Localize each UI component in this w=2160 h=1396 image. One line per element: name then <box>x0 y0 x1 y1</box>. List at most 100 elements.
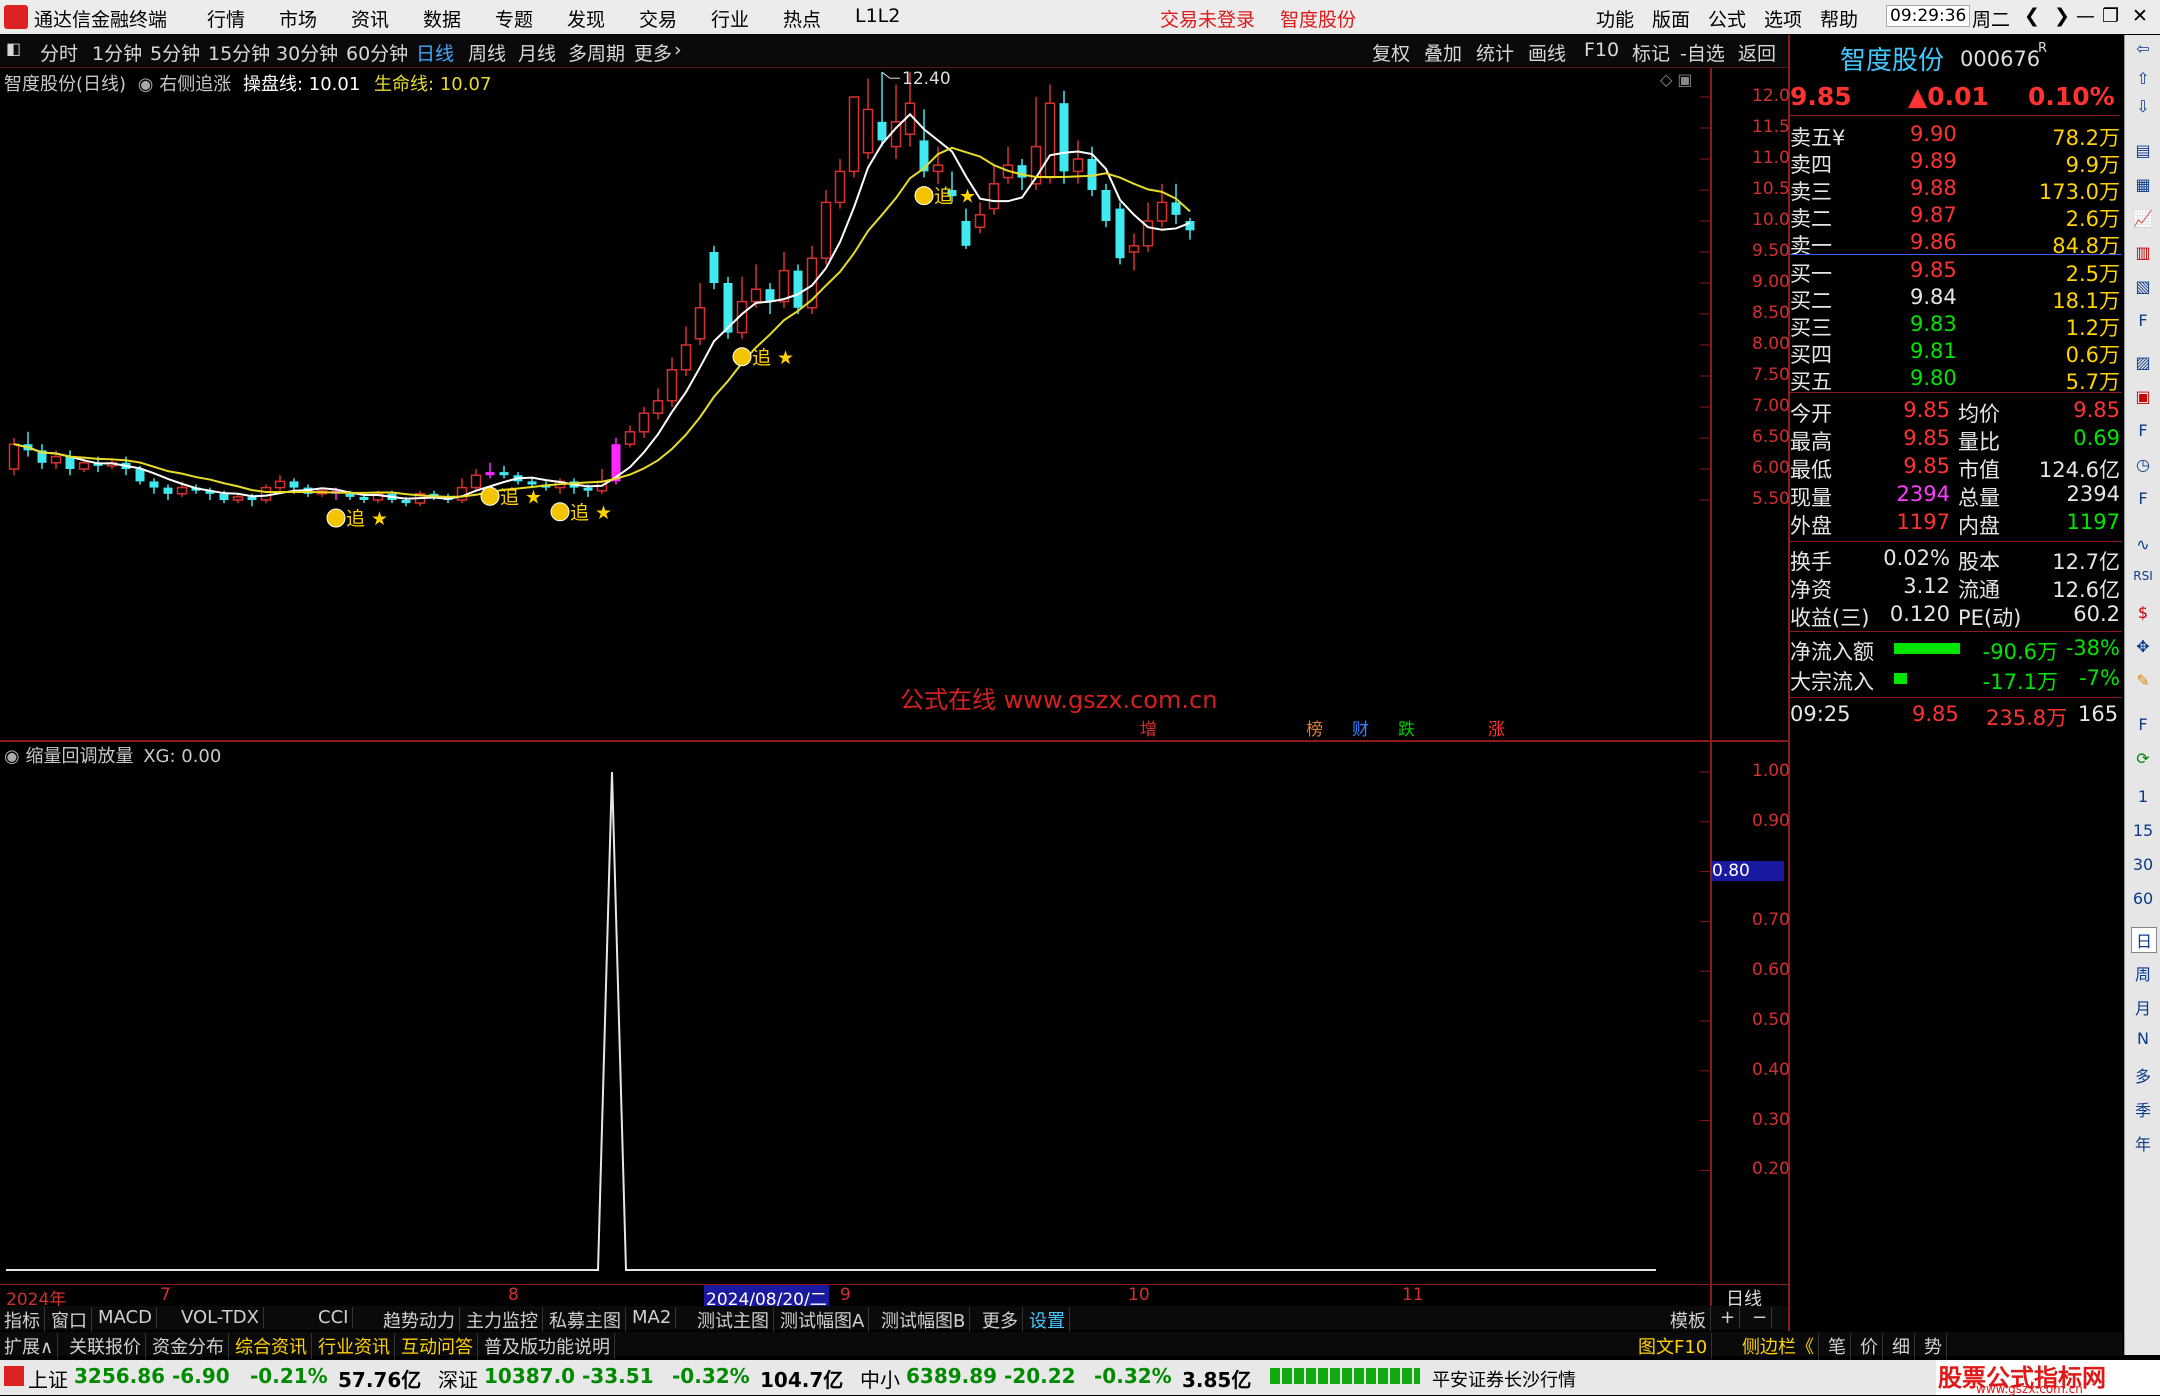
menu-gongneng[interactable]: 功能 <box>1596 5 1634 32</box>
menu-faxian[interactable]: 发现 <box>567 5 605 32</box>
fundamental-row[interactable]: 收益(三) 0.120 PE(动) 60.2 <box>1790 601 2120 630</box>
menu-shichang[interactable]: 市场 <box>279 5 317 32</box>
tab-tabbar1-7[interactable]: 私募主图 <box>545 1307 626 1333</box>
sidebar-period-year[interactable]: 年 <box>2131 1131 2155 1155</box>
forward-arrow-icon[interactable]: ❯ <box>2054 5 2070 27</box>
tool-zixuan[interactable]: -自选 <box>1680 39 1725 66</box>
ask-row[interactable]: 卖五¥ 9.90 78.2万 <box>1790 121 2120 150</box>
tab-tabbar1-4[interactable]: CCI <box>314 1307 354 1328</box>
tab-tabbar1-0[interactable]: 指标 <box>0 1307 45 1333</box>
stat-row[interactable]: 现量 2394 总量 2394 <box>1790 481 2120 510</box>
sidebar-line-chart-icon[interactable]: 📈 <box>2131 209 2155 228</box>
bid-row[interactable]: 买一 9.85 2.5万 <box>1790 257 2120 286</box>
tab-tabbar2-6[interactable]: 普及版功能说明 <box>480 1333 615 1359</box>
stat-row[interactable]: 最低 9.85 市值 124.6亿 <box>1790 453 2120 482</box>
stat-row[interactable]: 外盘 1197 内盘 1197 <box>1790 509 2120 538</box>
minimize-icon[interactable]: — <box>2076 5 2095 27</box>
tab-tabbar2-1[interactable]: 关联报价 <box>65 1333 146 1359</box>
tab-tabbar1-right-0[interactable]: 模板 <box>1666 1307 1711 1333</box>
kline-canvas[interactable]: 12.40 追 ★ 追 ★ 追 ★ 追 ★ 追 ★ 增 榜 财 跌 涨 <box>0 68 1710 740</box>
broker-name[interactable]: 平安证券长沙行情 <box>1432 1366 1576 1392</box>
sidebar-period-60[interactable]: 60 <box>2131 889 2155 908</box>
sidebar-money-icon[interactable]: $ <box>2131 603 2155 622</box>
tab-tabbar2-right-4[interactable]: 细 <box>1888 1333 1915 1359</box>
tab-tabbar1-2[interactable]: MACD <box>94 1307 157 1328</box>
tab-tabbar1-13[interactable]: 设置 <box>1025 1307 1070 1333</box>
tab-tabbar2-2[interactable]: 资金分布 <box>148 1333 229 1359</box>
menu-bangzhu[interactable]: 帮助 <box>1820 5 1858 32</box>
tab-tabbar2-right-3[interactable]: 价 <box>1856 1333 1883 1359</box>
bid-row[interactable]: 买三 9.83 1.2万 <box>1790 311 2120 340</box>
tab-tabbar1-10[interactable]: 测试幅图A <box>776 1307 870 1333</box>
sidebar-candle-icon[interactable]: ▥ <box>2131 243 2155 262</box>
sidebar-period-day[interactable]: 日 <box>2131 927 2157 953</box>
tab-tabbar1-right-1[interactable]: + <box>1716 1307 1741 1328</box>
menu-gongshi[interactable]: 公式 <box>1708 5 1746 32</box>
sidebar-grid-icon[interactable]: ▦ <box>2131 175 2155 194</box>
close-icon[interactable]: ✕ <box>2132 5 2148 27</box>
formula-toggle-icon[interactable]: ◉ <box>138 74 154 95</box>
menu-jiaoyi[interactable]: 交易 <box>639 5 677 32</box>
period-weekly[interactable]: 周线 <box>468 39 506 66</box>
chart-expand-icon[interactable]: ◇ ▣ <box>1660 70 1693 89</box>
period-5min[interactable]: 5分钟 <box>150 39 200 66</box>
sidebar-wave-icon[interactable]: ∿ <box>2131 535 2155 554</box>
kline-chart[interactable]: 12.40 追 ★ 追 ★ 追 ★ 追 ★ 追 ★ 增 榜 财 跌 涨 智度股份(日线) ◉ 右侧追… <box>0 68 1710 740</box>
indicator-toggle-icon[interactable]: ◉ <box>4 746 20 767</box>
period-monthly[interactable]: 月线 <box>518 39 556 66</box>
tool-fanhui[interactable]: 返回 <box>1738 39 1776 66</box>
tool-huaxian[interactable]: 画线 <box>1528 39 1566 66</box>
menu-banmian[interactable]: 版面 <box>1652 5 1690 32</box>
period-60min[interactable]: 60分钟 <box>346 39 408 66</box>
sidebar-period-quarter[interactable]: 季 <box>2131 1097 2155 1121</box>
sidebar-news-icon[interactable]: ▧ <box>2131 277 2155 296</box>
period-1min[interactable]: 1分钟 <box>92 39 142 66</box>
sidebar-move-icon[interactable]: ✥ <box>2131 637 2155 656</box>
ask-row[interactable]: 卖四 9.89 9.9万 <box>1790 148 2120 177</box>
sidebar-down-icon[interactable]: ⇩ <box>2131 97 2155 116</box>
ask-row[interactable]: 卖三 9.88 173.0万 <box>1790 175 2120 204</box>
toolbar-toggle-icon[interactable]: ◧ <box>6 39 21 58</box>
period-fenshi[interactable]: 分时 <box>40 39 78 66</box>
bid-row[interactable]: 买四 9.81 0.6万 <box>1790 338 2120 367</box>
sidebar-period-multi[interactable]: 多 <box>2131 1063 2155 1087</box>
menu-shuju[interactable]: 数据 <box>423 5 461 32</box>
sidebar-period-week[interactable]: 周 <box>2131 961 2155 985</box>
indicator-name[interactable]: 缩量回调放量 <box>25 746 133 767</box>
sidebar-back-icon[interactable]: ⇦ <box>2131 39 2155 58</box>
tab-tabbar2-right-5[interactable]: 势 <box>1920 1333 1947 1359</box>
period-30min[interactable]: 30分钟 <box>276 39 338 66</box>
tab-tabbar1-11[interactable]: 测试幅图B <box>877 1307 971 1333</box>
tab-tabbar1-12[interactable]: 更多 <box>978 1307 1023 1333</box>
tab-tabbar1-6[interactable]: 主力监控 <box>462 1307 543 1333</box>
tab-tabbar2-0[interactable]: 扩展∧ <box>0 1333 59 1359</box>
sidebar-up-icon[interactable]: ⇧ <box>2131 69 2155 88</box>
sidebar-quote-icon[interactable]: ▤ <box>2131 141 2155 160</box>
tab-tabbar2-right-2[interactable]: 笔 <box>1824 1333 1851 1359</box>
indicator-canvas[interactable] <box>0 742 1710 1284</box>
restore-icon[interactable]: ❐ <box>2102 5 2119 27</box>
chevron-right-icon[interactable]: › <box>674 39 682 61</box>
formula-name[interactable]: 右侧追涨 <box>159 74 231 95</box>
tab-tabbar2-3[interactable]: 综合资讯 <box>231 1333 312 1359</box>
sidebar-clock-icon[interactable]: ◷ <box>2131 455 2155 474</box>
tab-tabbar2-right-1[interactable]: 侧边栏《 <box>1738 1333 1819 1359</box>
tab-tabbar1-9[interactable]: 测试主图 <box>693 1307 774 1333</box>
sidebar-rsi-icon[interactable]: RSI <box>2131 569 2155 583</box>
period-more[interactable]: 更多 <box>634 39 672 66</box>
sidebar-period-15[interactable]: 15 <box>2131 821 2155 840</box>
menu-xuanxiang[interactable]: 选项 <box>1764 5 1802 32</box>
tab-tabbar1-8[interactable]: MA2 <box>628 1307 677 1328</box>
login-status[interactable]: 交易未登录 <box>1160 5 1255 32</box>
sidebar-f3-icon[interactable]: F <box>2131 489 2155 508</box>
ask-row[interactable]: 卖二 9.87 2.6万 <box>1790 202 2120 231</box>
sidebar-period-month[interactable]: 月 <box>2131 995 2155 1019</box>
sidebar-period-n[interactable]: N <box>2131 1029 2155 1048</box>
sidebar-period-1[interactable]: 1 <box>2131 787 2155 806</box>
sidebar-pen-icon[interactable]: ✎ <box>2131 671 2155 690</box>
sidebar-table-icon[interactable]: ▨ <box>2131 353 2155 372</box>
period-15min[interactable]: 15分钟 <box>208 39 270 66</box>
fundamental-row[interactable]: 净资 3.12 流通 12.6亿 <box>1790 573 2120 602</box>
tool-biaoji[interactable]: 标记 <box>1632 39 1670 66</box>
tick-row[interactable]: 09:25 9.85 235.8万 165 <box>1790 701 2120 730</box>
